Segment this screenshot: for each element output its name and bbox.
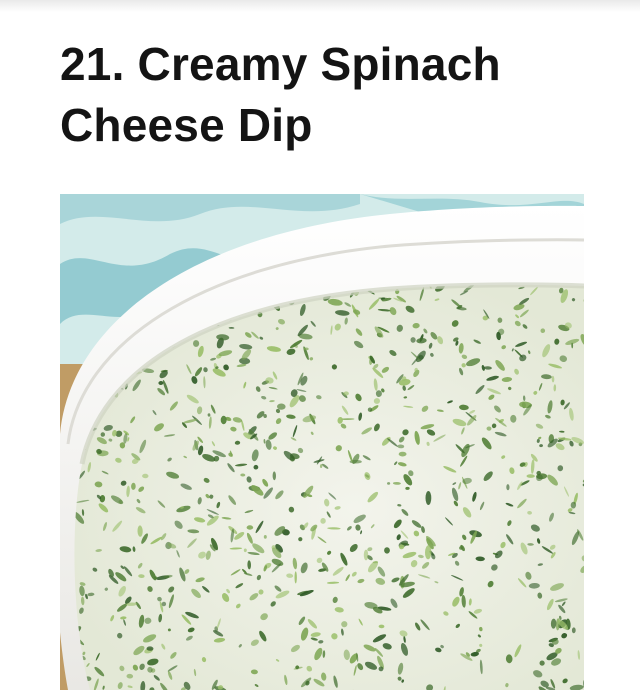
- spinach-fleck: [363, 549, 369, 561]
- recipe-heading: 21. Creamy Spinach Cheese Dip: [60, 38, 501, 151]
- spinach-fleck: [398, 451, 407, 457]
- spinach-fleck: [294, 571, 297, 584]
- spinach-fleck: [263, 535, 267, 539]
- article-page: 21. Creamy Spinach Cheese Dip: [0, 0, 640, 690]
- spinach-fleck: [246, 525, 254, 530]
- spinach-fleck: [367, 407, 373, 412]
- spinach-fleck: [243, 548, 247, 553]
- spinach-fleck: [425, 491, 432, 505]
- toolbar-shadow: [0, 0, 640, 12]
- recipe-photo[interactable]: [60, 194, 584, 690]
- spinach-dip-photo-icon: [60, 194, 584, 690]
